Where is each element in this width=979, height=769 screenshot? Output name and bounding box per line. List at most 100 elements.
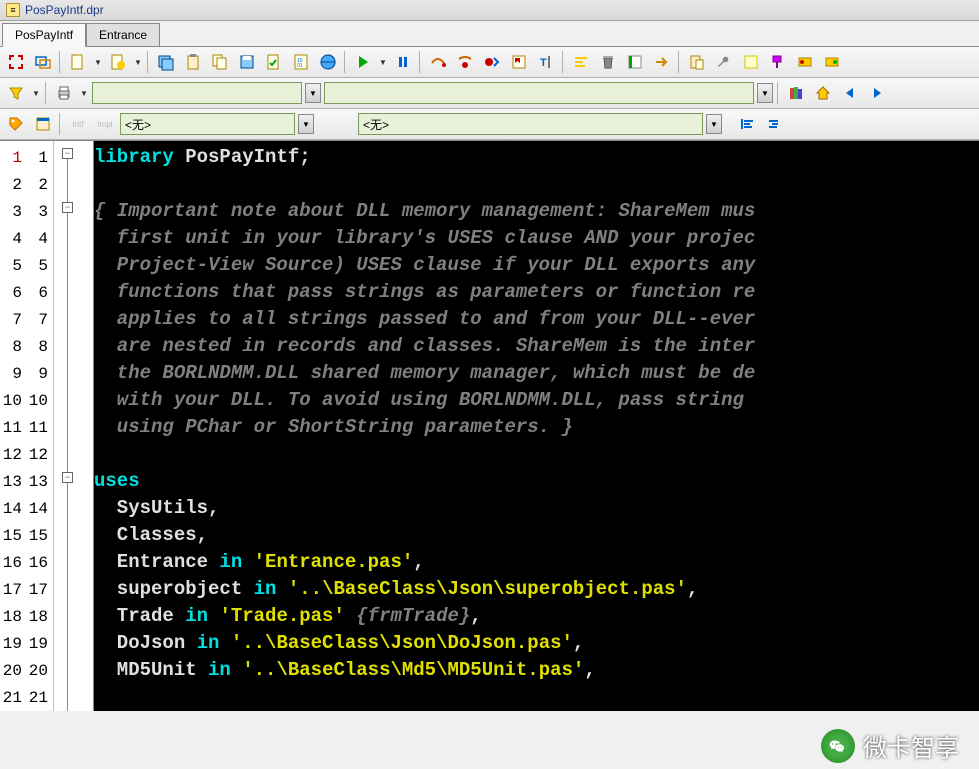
code-line: MD5Unit in '..\BaseClass\Md5\MD5Unit.pas… <box>94 657 979 684</box>
combo-a-button[interactable]: ▼ <box>305 83 321 103</box>
gutter-row: 1212 <box>0 441 53 468</box>
align-indent-button[interactable] <box>763 112 787 136</box>
expand-arrows-icon[interactable] <box>4 50 28 74</box>
nav-combo-a[interactable]: <无> <box>120 113 295 135</box>
code-line: the BORLNDMM.DLL shared memory manager, … <box>94 360 979 387</box>
tab-pospayintf[interactable]: PosPayIntf <box>2 23 86 47</box>
home-icon[interactable] <box>811 81 835 105</box>
file-title: PosPayIntf.dpr <box>25 3 104 17</box>
code-line: SysUtils, <box>94 495 979 522</box>
nav-combo-b-button[interactable]: ▼ <box>706 114 722 134</box>
paste-icon[interactable] <box>685 50 709 74</box>
align-left-button[interactable] <box>736 112 760 136</box>
tweak-right-icon[interactable] <box>820 50 844 74</box>
code-line <box>94 171 979 198</box>
nav-combo-a-button[interactable]: ▼ <box>298 114 314 134</box>
back-icon[interactable] <box>838 81 862 105</box>
cursor-text-icon[interactable]: T <box>534 50 558 74</box>
intf-button[interactable]: Intf <box>66 112 90 136</box>
new-page-dropdown-arrow[interactable]: ▼ <box>133 51 143 73</box>
code-binary-icon[interactable]: 1001 <box>289 50 313 74</box>
fold-gutter: − − − <box>54 141 94 711</box>
trash-icon[interactable] <box>596 50 620 74</box>
code-line: Trade in 'Trade.pas' {frmTrade}, <box>94 603 979 630</box>
pause-icon[interactable] <box>391 50 415 74</box>
forward-icon[interactable] <box>865 81 889 105</box>
copy-icon[interactable] <box>208 50 232 74</box>
code-line: DoJson in '..\BaseClass\Json\DoJson.pas'… <box>94 630 979 657</box>
paint-icon[interactable] <box>766 50 790 74</box>
tab-bar: PosPayIntf Entrance <box>0 21 979 47</box>
code-line: are nested in records and classes. Share… <box>94 333 979 360</box>
gutter-row: 1919 <box>0 630 53 657</box>
combo-b-button[interactable]: ▼ <box>757 83 773 103</box>
bookmark-icon[interactable] <box>623 50 647 74</box>
todo-flag-icon[interactable] <box>507 50 531 74</box>
code-line: superobject in '..\BaseClass\Json\supero… <box>94 576 979 603</box>
gutter-row: 66 <box>0 279 53 306</box>
gutter-row: 22 <box>0 171 53 198</box>
search-combo-b[interactable] <box>324 82 754 104</box>
print-dropdown-arrow[interactable]: ▼ <box>79 82 89 104</box>
code-line: first unit in your library's USES clause… <box>94 225 979 252</box>
tag-icon[interactable] <box>4 112 28 136</box>
books-icon[interactable] <box>784 81 808 105</box>
svg-text:T: T <box>540 57 547 69</box>
gutter-row: 1818 <box>0 603 53 630</box>
code-line: functions that pass strings as parameter… <box>94 279 979 306</box>
gutter-row: 1616 <box>0 549 53 576</box>
save-all-icon[interactable] <box>154 50 178 74</box>
filter-icon[interactable] <box>4 81 28 105</box>
search-combo-a[interactable] <box>92 82 302 104</box>
wrench-icon[interactable] <box>712 50 736 74</box>
gutter-row: 55 <box>0 252 53 279</box>
step-over-icon[interactable] <box>426 50 450 74</box>
code-line: uses <box>94 468 979 495</box>
nav-combo-b[interactable]: <无> <box>358 113 703 135</box>
file-icon: ≡ <box>6 3 20 17</box>
gutter-row: 1717 <box>0 576 53 603</box>
goto-icon[interactable] <box>650 50 674 74</box>
code-line: { Important note about DLL memory manage… <box>94 198 979 225</box>
new-page-icon[interactable] <box>106 50 130 74</box>
doc-check-icon[interactable] <box>262 50 286 74</box>
gutter-row: 11 <box>0 144 53 171</box>
tab-entrance[interactable]: Entrance <box>86 23 160 46</box>
fold-box-comment[interactable]: − <box>62 202 73 213</box>
gutter-row: 1515 <box>0 522 53 549</box>
fold-box-uses[interactable]: − <box>62 472 73 483</box>
clipboard-icon[interactable] <box>181 50 205 74</box>
impl-button[interactable]: Impl <box>93 112 117 136</box>
filter-dropdown-arrow[interactable]: ▼ <box>31 82 41 104</box>
save-icon[interactable] <box>235 50 259 74</box>
code-line: using PChar or ShortString parameters. } <box>94 414 979 441</box>
globe-run-icon[interactable] <box>316 50 340 74</box>
fold-box-library[interactable]: − <box>62 148 73 159</box>
align-icon[interactable] <box>569 50 593 74</box>
gutter-row: 2020 <box>0 657 53 684</box>
code-line: with your DLL. To avoid using BORLNDMM.D… <box>94 387 979 414</box>
form-icon[interactable] <box>31 112 55 136</box>
run-icon[interactable] <box>351 50 375 74</box>
page-icon[interactable] <box>66 50 90 74</box>
code-line: Entrance in 'Entrance.pas', <box>94 549 979 576</box>
code-content[interactable]: library PosPayIntf; { Important note abo… <box>94 141 979 711</box>
watermark: 微卡智享 <box>821 728 959 763</box>
wechat-icon <box>821 729 855 763</box>
gutter-row: 1111 <box>0 414 53 441</box>
step-into-icon[interactable] <box>453 50 477 74</box>
frames-icon[interactable] <box>31 50 55 74</box>
code-line: library PosPayIntf; <box>94 144 979 171</box>
gutter-row: 88 <box>0 333 53 360</box>
page-dropdown-arrow[interactable]: ▼ <box>93 51 103 73</box>
breakpoint-toggle-icon[interactable] <box>480 50 504 74</box>
print-icon[interactable] <box>52 81 76 105</box>
note-icon[interactable] <box>739 50 763 74</box>
toolbar-search: ▼ ▼ ▼ ▼ <box>0 78 979 109</box>
gutter-row: 77 <box>0 306 53 333</box>
code-line <box>94 441 979 468</box>
run-dropdown-arrow[interactable]: ▼ <box>378 51 388 73</box>
gutter-row: 1313 <box>0 468 53 495</box>
tweak-left-icon[interactable] <box>793 50 817 74</box>
gutter-row: 33 <box>0 198 53 225</box>
